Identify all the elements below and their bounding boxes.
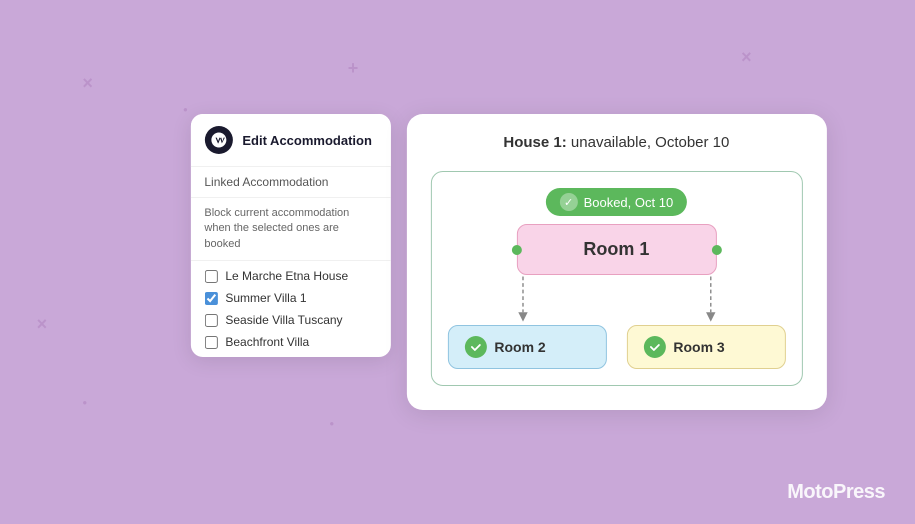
room1-box: Room 1 [516, 224, 716, 275]
linked-accommodation-label: Linked Accommodation [190, 167, 390, 198]
wp-header: Edit Accommodation [190, 114, 390, 167]
checkbox-1[interactable] [204, 292, 217, 305]
checkbox-2[interactable] [204, 314, 217, 327]
booked-check-icon: ✓ [560, 193, 578, 211]
checkbox-label-2: Seaside Villa Tuscany [225, 313, 342, 327]
deco-symbol-3: + [348, 58, 359, 79]
checkbox-3[interactable] [204, 336, 217, 349]
wordpress-icon [209, 131, 227, 149]
diagram-area: ✓ Booked, Oct 10 Room 1 [430, 171, 802, 386]
checkbox-list: Le Marche Etna House Summer Villa 1 Seasid… [190, 261, 390, 357]
room3-check-icon [643, 336, 665, 358]
diagram-title-bold: House 1: [503, 134, 566, 151]
motopress-text: MotoPress [787, 481, 885, 503]
checkbox-label-1: Summer Villa 1 [225, 291, 306, 305]
checkbox-item-2[interactable]: Seaside Villa Tuscany [204, 313, 376, 327]
booked-badge-label: Booked, Oct 10 [584, 195, 674, 210]
checkbox-label-3: Beachfront Villa [225, 335, 309, 349]
right-panel: House 1: unavailable, October 10 ✓ Booke… [406, 114, 826, 410]
room3-label: Room 3 [673, 339, 724, 355]
room2-label: Room 2 [494, 339, 545, 355]
room1-dot-right [711, 245, 721, 255]
deco-symbol-5: × [741, 47, 752, 68]
block-description: Block current accommodation when the sel… [190, 198, 390, 261]
room2-check-icon [464, 336, 486, 358]
checkbox-item-3[interactable]: Beachfront Villa [204, 335, 376, 349]
diagram-title: House 1: unavailable, October 10 [430, 134, 802, 151]
wp-logo [204, 126, 232, 154]
checkbox-label-0: Le Marche Etna House [225, 269, 348, 283]
checkbox-0[interactable] [204, 270, 217, 283]
room2-box: Room 2 [447, 325, 606, 369]
deco-symbol-1: × [82, 73, 93, 94]
room3-box: Room 3 [626, 325, 785, 369]
connector-svg [447, 275, 785, 325]
checkbox-item-1[interactable]: Summer Villa 1 [204, 291, 376, 305]
deco-symbol-10: ● [329, 419, 334, 428]
motopress-logo: MotoPress [787, 481, 885, 504]
room1-label: Room 1 [583, 239, 649, 259]
deco-symbol-2: ● [183, 105, 188, 114]
bottom-rooms: Room 2 Room 3 [447, 325, 785, 369]
deco-symbol-8: ● [82, 398, 87, 407]
edit-accommodation-title: Edit Accommodation [242, 133, 372, 148]
main-card: Edit Accommodation Linked Accommodation … [190, 114, 826, 410]
left-panel: Edit Accommodation Linked Accommodation … [190, 114, 390, 357]
booked-badge: ✓ Booked, Oct 10 [546, 188, 688, 216]
checkbox-item-0[interactable]: Le Marche Etna House [204, 269, 376, 283]
deco-symbol-9: × [37, 314, 48, 335]
diagram-title-rest: unavailable, October 10 [567, 134, 730, 151]
room1-dot-left [511, 245, 521, 255]
